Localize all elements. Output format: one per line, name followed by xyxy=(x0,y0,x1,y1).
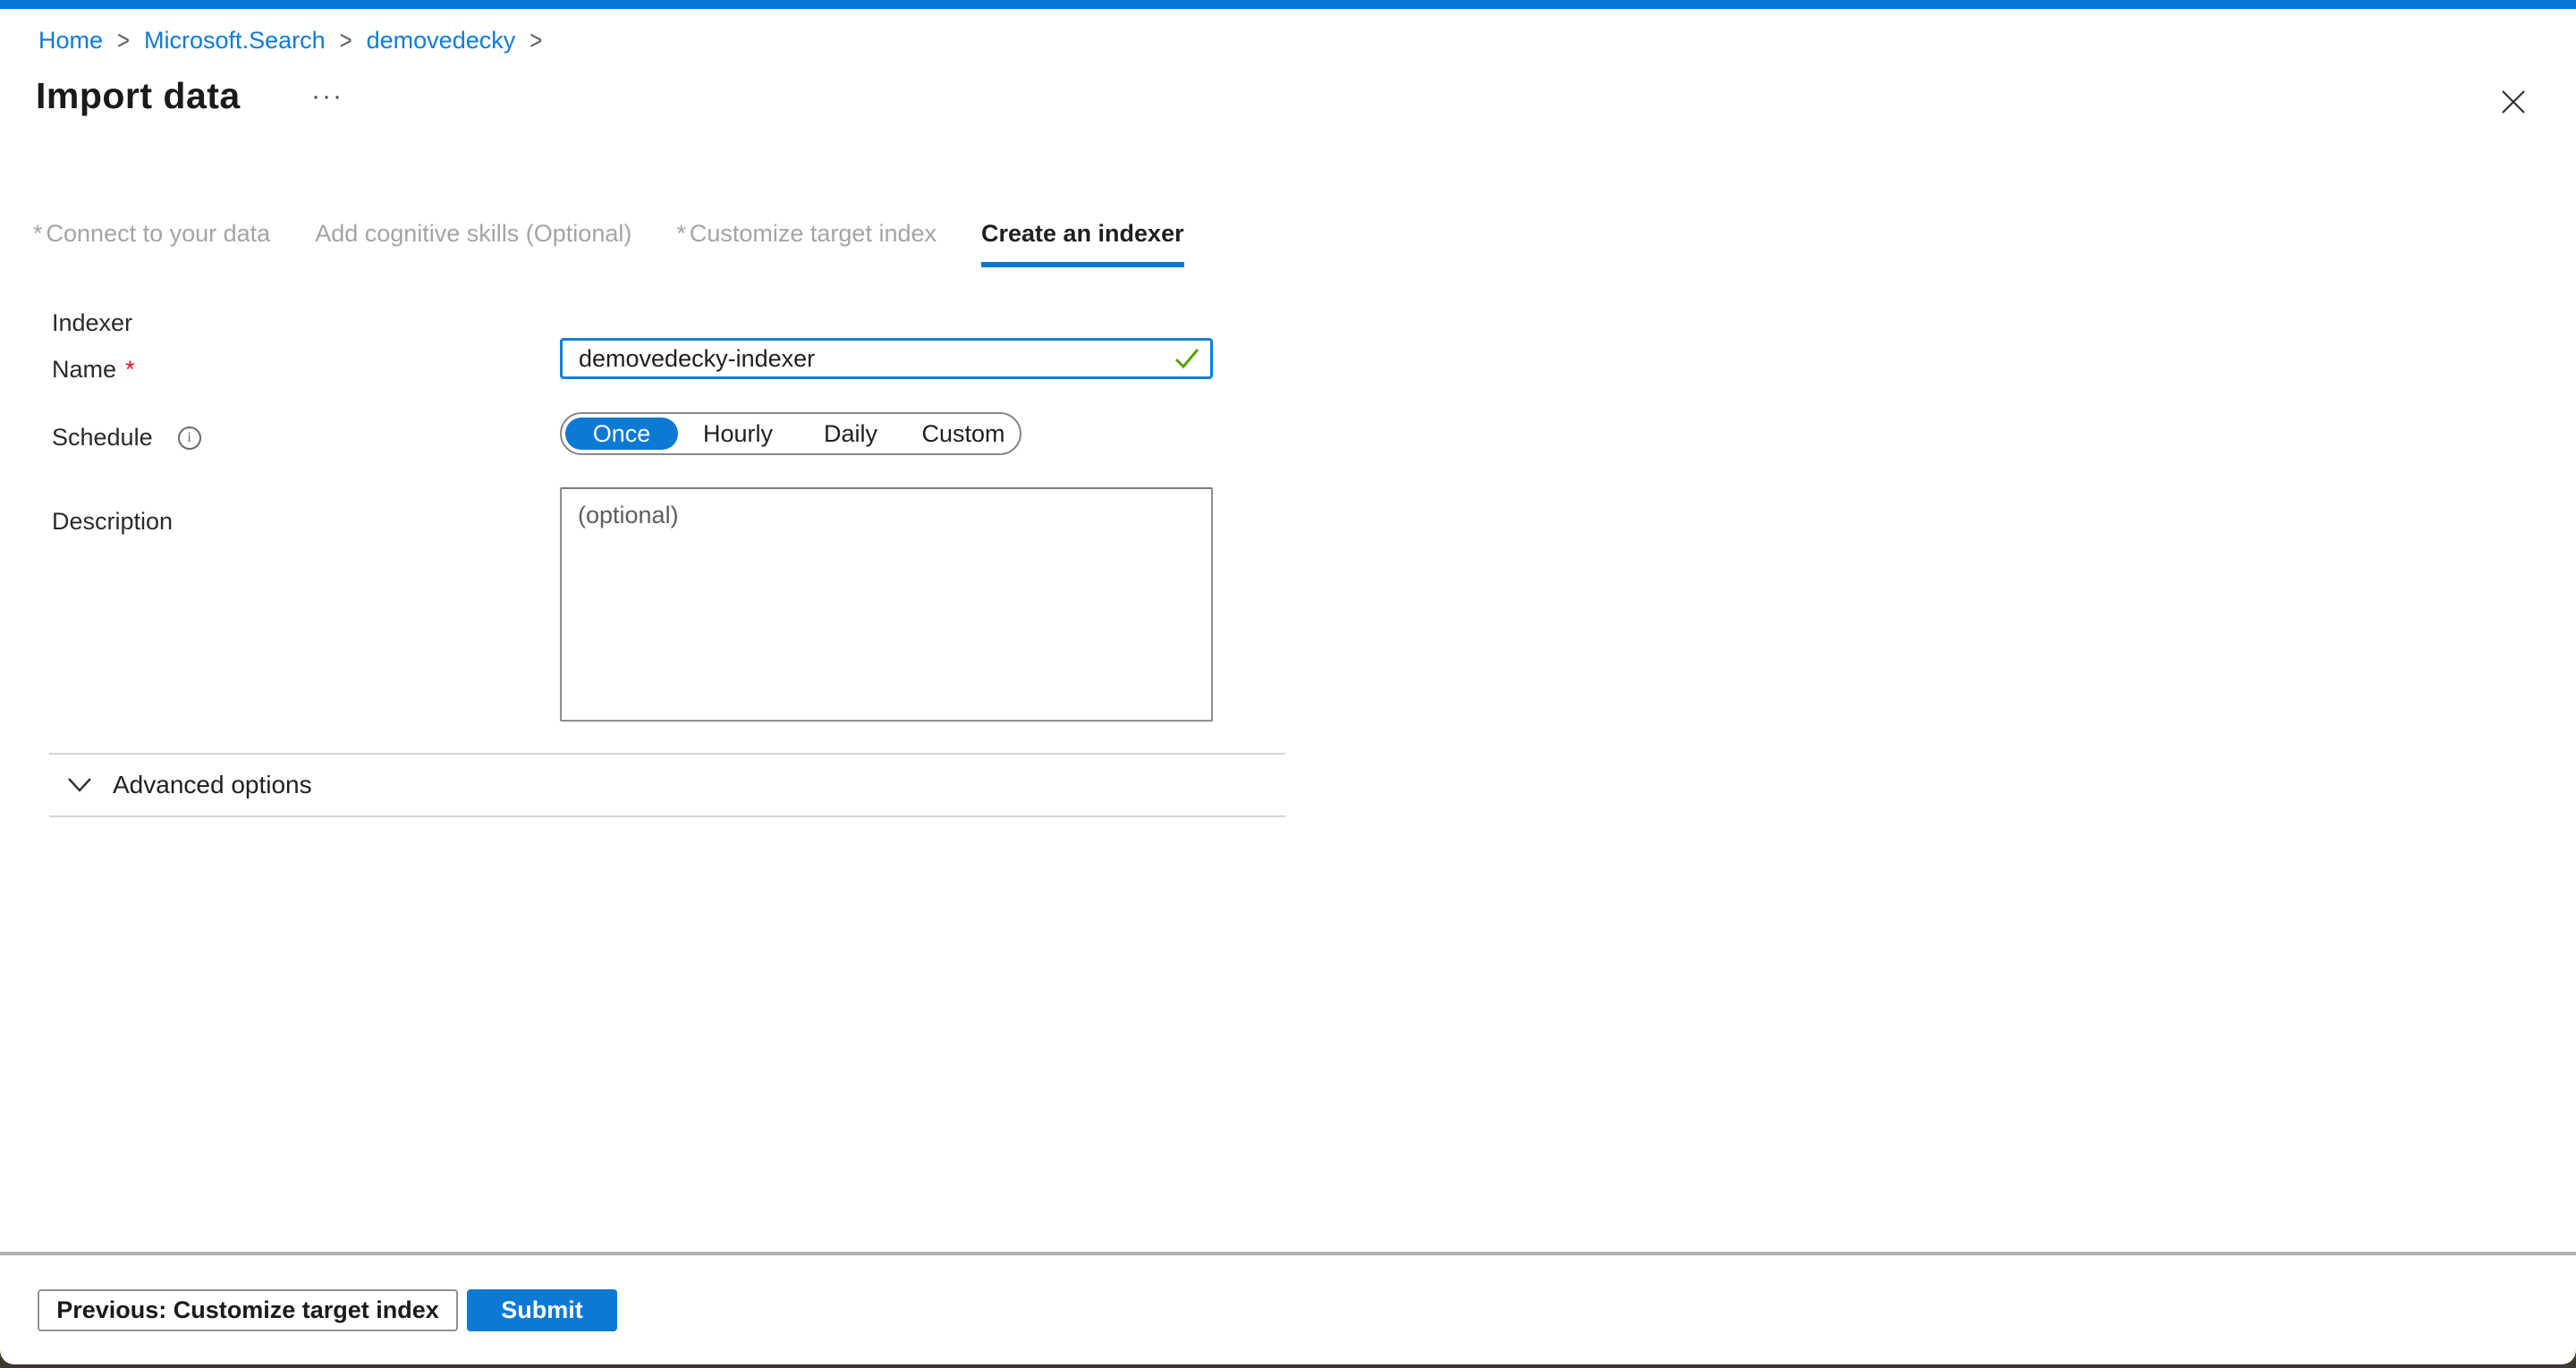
indexer-name-input[interactable] xyxy=(560,338,1213,379)
schedule-option-label: Custom xyxy=(921,420,1004,448)
advanced-options-label: Advanced options xyxy=(113,771,312,799)
required-asterisk: * xyxy=(125,356,135,384)
close-x-glyph xyxy=(2500,89,2527,115)
divider xyxy=(49,753,1285,755)
info-icon[interactable]: i xyxy=(178,426,201,450)
description-textarea[interactable] xyxy=(560,487,1213,722)
schedule-option-label: Hourly xyxy=(703,420,773,448)
breadcrumb-home-link[interactable]: Home xyxy=(38,27,103,55)
more-options-icon[interactable]: ··· xyxy=(311,79,343,114)
tab-label: Connect to your data xyxy=(47,220,271,247)
schedule-option-label: Once xyxy=(565,418,678,450)
schedule-toggle-group: Once Hourly Daily Custom xyxy=(560,412,1021,455)
import-data-panel: Home > Microsoft.Search > demovedecky > … xyxy=(0,0,2576,1364)
breadcrumb-separator: > xyxy=(340,25,352,56)
indexer-name-field xyxy=(560,338,1213,379)
close-icon[interactable] xyxy=(2497,86,2529,118)
schedule-option-hourly[interactable]: Hourly xyxy=(682,414,794,453)
tab-label: Create an indexer xyxy=(981,220,1184,247)
tab-required-marker: * xyxy=(33,220,43,247)
schedule-field-label: Schedule i xyxy=(52,424,201,452)
schedule-option-daily[interactable]: Daily xyxy=(794,414,907,453)
previous-step-button[interactable]: Previous: Customize target index xyxy=(38,1289,458,1331)
breadcrumb-demovedecky-link[interactable]: demovedecky xyxy=(367,27,516,55)
schedule-option-custom[interactable]: Custom xyxy=(907,414,1020,453)
name-field-label: Name * xyxy=(52,356,135,384)
footer-divider xyxy=(0,1252,2576,1255)
indexer-section-title: Indexer xyxy=(52,309,132,337)
schedule-label-text: Schedule xyxy=(52,424,153,452)
divider xyxy=(49,815,1285,817)
tab-add-cognitive-skills[interactable]: Add cognitive skills (Optional) xyxy=(315,220,631,267)
tab-label: Add cognitive skills (Optional) xyxy=(315,220,631,247)
submit-button[interactable]: Submit xyxy=(467,1289,617,1331)
chevron-down-icon xyxy=(66,777,93,793)
azure-top-accent-bar xyxy=(0,0,2576,9)
description-label-text: Description xyxy=(52,508,173,536)
breadcrumb-separator: > xyxy=(530,25,542,56)
tab-connect-to-your-data[interactable]: *Connect to your data xyxy=(33,220,270,267)
description-field-label: Description xyxy=(52,508,173,536)
tab-customize-target-index[interactable]: *Customize target index xyxy=(676,220,936,267)
valid-check-icon xyxy=(1174,346,1200,376)
advanced-options-expander[interactable]: Advanced options xyxy=(66,767,312,803)
schedule-option-once[interactable]: Once xyxy=(562,414,682,453)
tab-create-an-indexer[interactable]: Create an indexer xyxy=(981,220,1184,267)
schedule-option-label: Daily xyxy=(824,420,877,448)
page-title: Import data xyxy=(36,75,241,117)
breadcrumb-microsoft-search-link[interactable]: Microsoft.Search xyxy=(144,27,326,55)
name-label-text: Name xyxy=(52,356,116,384)
breadcrumb: Home > Microsoft.Search > demovedecky > xyxy=(38,27,556,55)
wizard-tabs: *Connect to your data Add cognitive skil… xyxy=(33,220,1184,267)
breadcrumb-separator: > xyxy=(117,25,130,56)
tab-required-marker: * xyxy=(676,220,686,247)
tab-label: Customize target index xyxy=(690,220,936,247)
